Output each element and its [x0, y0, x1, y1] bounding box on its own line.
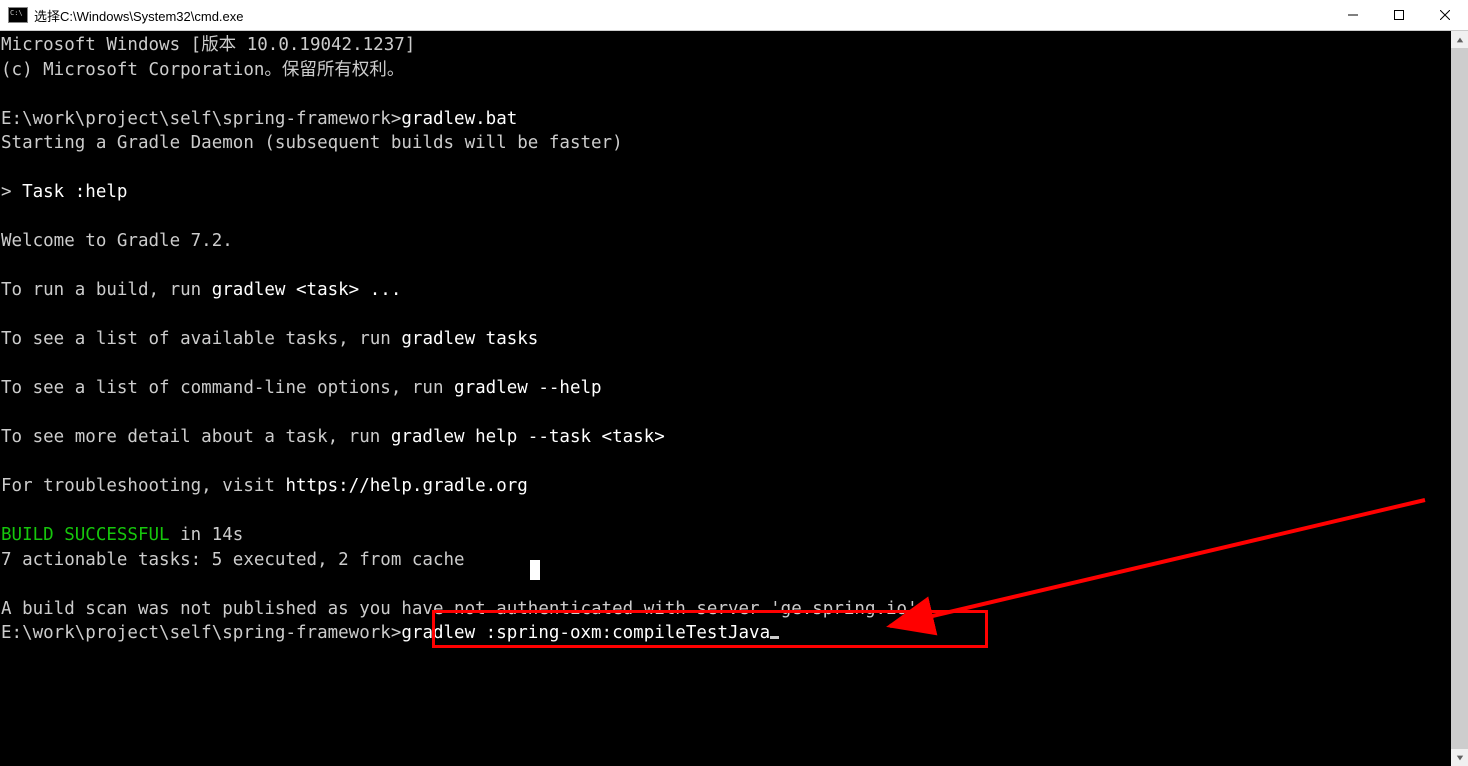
- window-title-bar: 选择C:\Windows\System32\cmd.exe: [0, 0, 1468, 31]
- terminal-line: gradlew tasks: [401, 329, 538, 349]
- terminal-line: To run a build, run: [1, 280, 212, 300]
- terminal-line: 版本: [201, 35, 236, 55]
- terminal-line: To see a list of command-line options, r…: [1, 378, 454, 398]
- terminal-line: E:\work\project\self\spring-framework>: [1, 623, 401, 643]
- window-title: 选择C:\Windows\System32\cmd.exe: [34, 6, 1330, 25]
- terminal-line: gradlew <task> ...: [212, 280, 402, 300]
- terminal[interactable]: Microsoft Windows [版本 10.0.19042.1237] (…: [0, 31, 1451, 766]
- cmd-icon: [8, 7, 28, 23]
- terminal-line: gradlew help --task <task>: [391, 427, 665, 447]
- scroll-up-button[interactable]: [1451, 31, 1468, 48]
- selection-cursor: [530, 560, 540, 580]
- terminal-line: gradlew.bat: [401, 109, 517, 129]
- terminal-line: >: [1, 182, 22, 202]
- terminal-line: BUILD SUCCESSFUL: [1, 525, 170, 545]
- terminal-line: 10.0.19042.1237]: [236, 35, 415, 55]
- terminal-command-input: gradlew :spring-oxm:compileTestJava: [401, 623, 770, 643]
- terminal-line: To see a list of available tasks, run: [1, 329, 401, 349]
- terminal-line: E:\work\project\self\spring-framework>: [1, 109, 401, 129]
- scroll-down-button[interactable]: [1451, 749, 1468, 766]
- terminal-line: Welcome to Gradle 7.2.: [1, 231, 233, 251]
- terminal-line: in 14s: [170, 525, 244, 545]
- terminal-line: Task :help: [22, 182, 127, 202]
- window-controls: [1330, 0, 1468, 30]
- cursor-icon: [770, 636, 779, 639]
- scrollbar[interactable]: [1451, 31, 1468, 766]
- scrollbar-thumb[interactable]: [1451, 48, 1468, 749]
- maximize-button[interactable]: [1376, 0, 1422, 30]
- terminal-line: https://help.gradle.org: [285, 476, 527, 496]
- terminal-line: For troubleshooting, visit: [1, 476, 285, 496]
- terminal-line: To see more detail about a task, run: [1, 427, 391, 447]
- close-button[interactable]: [1422, 0, 1468, 30]
- terminal-line: Microsoft Windows [: [1, 35, 201, 55]
- terminal-line: (c) Microsoft Corporation: [1, 60, 264, 80]
- terminal-line: Starting a Gradle Daemon (subsequent bui…: [1, 133, 623, 153]
- terminal-line: 7 actionable tasks: 5 executed, 2 from c…: [1, 550, 465, 570]
- minimize-button[interactable]: [1330, 0, 1376, 30]
- terminal-line: 。保留所有权利。: [264, 60, 404, 80]
- terminal-area: Microsoft Windows [版本 10.0.19042.1237] (…: [0, 31, 1468, 766]
- terminal-line: A build scan was not published as you ha…: [1, 599, 928, 619]
- terminal-line: gradlew --help: [454, 378, 602, 398]
